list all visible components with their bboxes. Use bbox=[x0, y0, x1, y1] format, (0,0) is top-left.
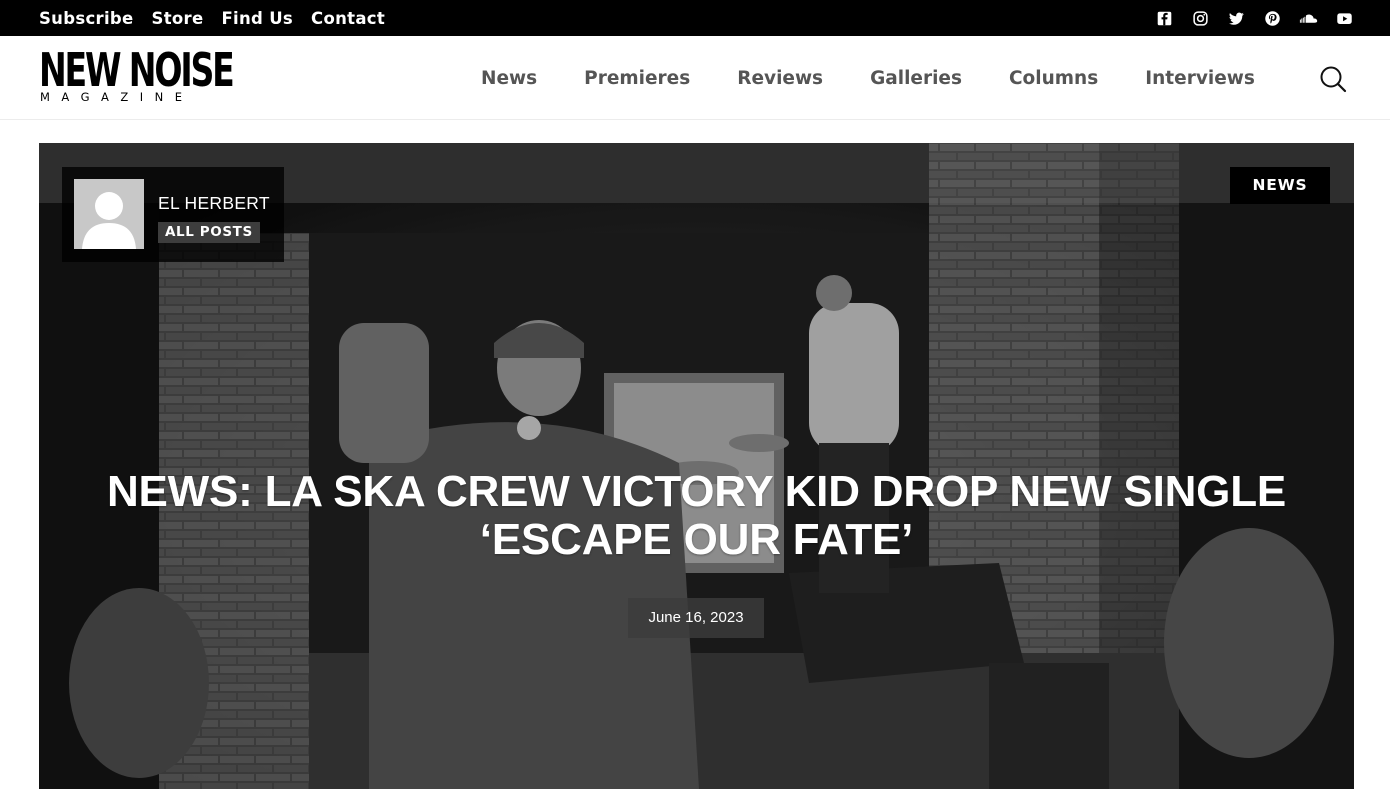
author-avatar[interactable] bbox=[74, 179, 144, 249]
nav-item-columns[interactable]: Columns bbox=[1009, 68, 1098, 89]
subscribe-link[interactable]: Subscribe bbox=[39, 9, 134, 28]
instagram-icon[interactable] bbox=[1191, 10, 1210, 27]
find-us-link[interactable]: Find Us bbox=[221, 9, 293, 28]
search-icon[interactable] bbox=[1319, 65, 1347, 93]
site-header: NEW NOISE MAGAZINE News Premieres Review… bbox=[0, 36, 1390, 120]
nav-item-interviews[interactable]: Interviews bbox=[1145, 68, 1255, 89]
article-title[interactable]: NEWS: LA SKA CREW VICTORY KID DROP NEW S… bbox=[69, 468, 1324, 564]
nav-item-news[interactable]: News bbox=[481, 68, 537, 89]
youtube-icon[interactable] bbox=[1335, 10, 1354, 27]
social-links bbox=[1155, 0, 1354, 36]
author-name[interactable]: EL HERBERT bbox=[158, 193, 270, 214]
logo-wordmark: NEW NOISE bbox=[39, 43, 235, 97]
all-posts-button[interactable]: ALL POSTS bbox=[158, 222, 260, 243]
category-badge[interactable]: NEWS bbox=[1230, 167, 1330, 204]
store-link[interactable]: Store bbox=[152, 9, 204, 28]
site-logo[interactable]: NEW NOISE MAGAZINE bbox=[39, 43, 235, 107]
pinterest-icon[interactable] bbox=[1263, 10, 1282, 27]
top-utility-bar: Subscribe Store Find Us Contact bbox=[0, 0, 1390, 36]
main-nav: News Premieres Reviews Galleries Columns… bbox=[481, 36, 1255, 120]
twitter-icon[interactable] bbox=[1227, 10, 1246, 27]
logo-subtitle: MAGAZINE bbox=[40, 90, 194, 104]
nav-item-premieres[interactable]: Premieres bbox=[584, 68, 690, 89]
contact-link[interactable]: Contact bbox=[311, 9, 385, 28]
soundcloud-icon[interactable] bbox=[1299, 10, 1318, 27]
utility-nav: Subscribe Store Find Us Contact bbox=[39, 0, 385, 36]
nav-item-galleries[interactable]: Galleries bbox=[870, 68, 962, 89]
author-box: EL HERBERT ALL POSTS bbox=[62, 167, 284, 262]
hero-article[interactable]: EL HERBERT ALL POSTS NEWS NEWS: LA SKA C… bbox=[39, 143, 1354, 789]
nav-item-reviews[interactable]: Reviews bbox=[737, 68, 823, 89]
article-date: June 16, 2023 bbox=[628, 598, 764, 638]
facebook-icon[interactable] bbox=[1155, 10, 1174, 27]
